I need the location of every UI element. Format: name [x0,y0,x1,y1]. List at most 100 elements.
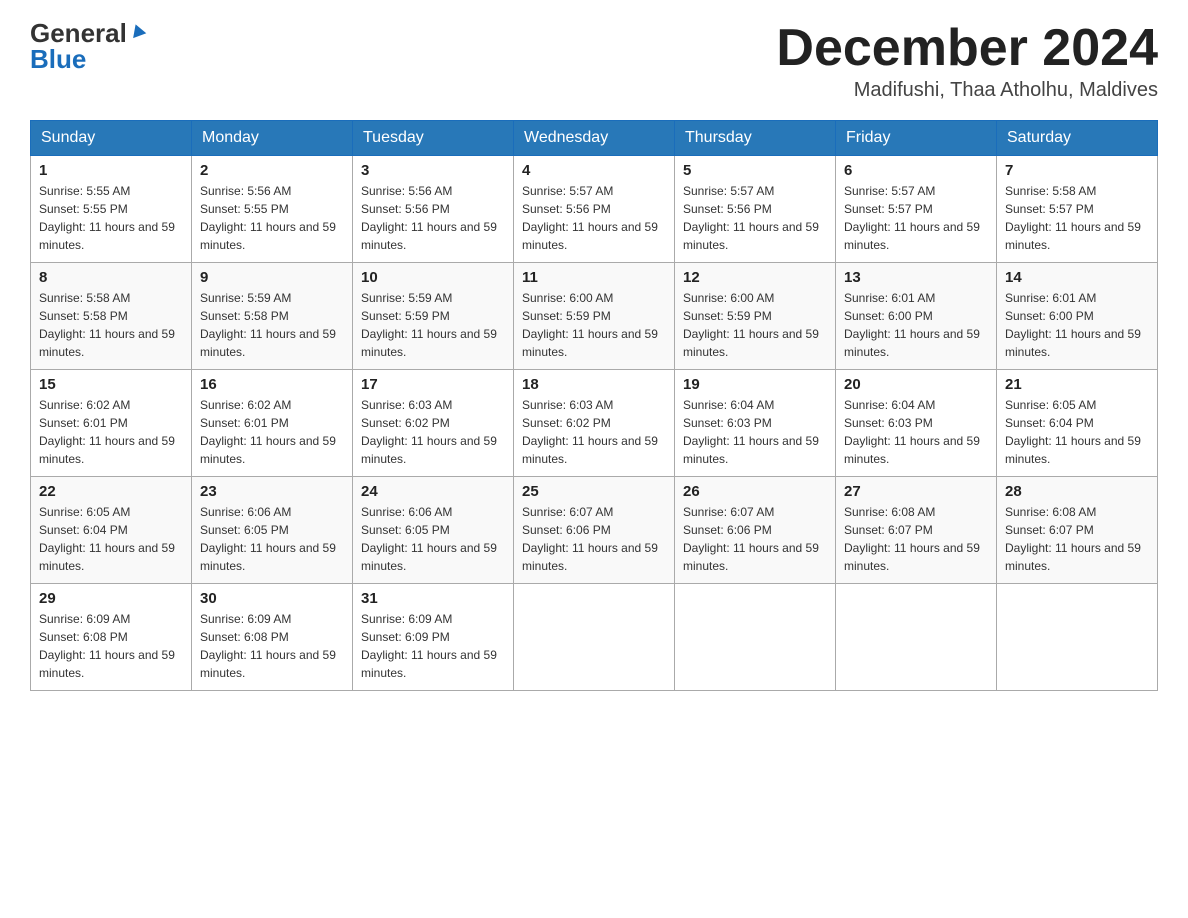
day-info: Sunrise: 6:07 AMSunset: 6:06 PMDaylight:… [683,505,819,573]
day-number: 20 [844,376,988,393]
day-info: Sunrise: 5:57 AMSunset: 5:56 PMDaylight:… [522,184,658,252]
day-info: Sunrise: 5:56 AMSunset: 5:56 PMDaylight:… [361,184,497,252]
calendar-cell: 5Sunrise: 5:57 AMSunset: 5:56 PMDaylight… [675,156,836,263]
calendar-cell: 22 Sunrise: 6:05 AMSunset: 6:04 PMDayligh… [31,477,192,584]
day-info: Sunrise: 6:00 AMSunset: 5:59 PMDaylight:… [522,291,658,359]
day-info: Sunrise: 5:59 AMSunset: 5:58 PMDaylight:… [200,291,336,359]
calendar-cell [997,584,1158,691]
day-number: 22 [39,483,183,500]
day-info: Sunrise: 6:01 AMSunset: 6:00 PMDaylight:… [1005,291,1141,359]
day-info: Sunrise: 6:06 AMSunset: 6:05 PMDaylight:… [361,505,497,573]
day-info: Sunrise: 6:04 AMSunset: 6:03 PMDaylight:… [844,398,980,466]
col-wednesday: Wednesday [514,121,675,156]
day-number: 23 [200,483,344,500]
day-info: Sunrise: 6:02 AMSunset: 6:01 PMDaylight:… [39,398,175,466]
day-info: Sunrise: 6:08 AMSunset: 6:07 PMDaylight:… [844,505,980,573]
calendar-cell: 15 Sunrise: 6:02 AMSunset: 6:01 PMDayligh… [31,370,192,477]
calendar-cell: 25 Sunrise: 6:07 AMSunset: 6:06 PMDayligh… [514,477,675,584]
calendar-cell: 24 Sunrise: 6:06 AMSunset: 6:05 PMDayligh… [353,477,514,584]
calendar-title: December 2024 [776,20,1158,77]
day-number: 6 [844,162,988,179]
calendar-title-block: December 2024 Madifushi, Thaa Atholhu, M… [776,20,1158,102]
calendar-cell: 1Sunrise: 5:55 AMSunset: 5:55 PMDaylight… [31,156,192,263]
calendar-cell [836,584,997,691]
day-number: 27 [844,483,988,500]
col-thursday: Thursday [675,121,836,156]
day-number: 29 [39,590,183,607]
col-saturday: Saturday [997,121,1158,156]
day-number: 15 [39,376,183,393]
day-number: 14 [1005,269,1149,286]
calendar-cell: 3Sunrise: 5:56 AMSunset: 5:56 PMDaylight… [353,156,514,263]
day-number: 11 [522,269,666,286]
day-number: 26 [683,483,827,500]
day-info: Sunrise: 5:58 AMSunset: 5:57 PMDaylight:… [1005,184,1141,252]
day-number: 7 [1005,162,1149,179]
logo-arrow-icon [129,22,147,40]
day-number: 30 [200,590,344,607]
calendar-cell [514,584,675,691]
calendar-cell: 21Sunrise: 6:05 AMSunset: 6:04 PMDayligh… [997,370,1158,477]
calendar-cell: 8 Sunrise: 5:58 AMSunset: 5:58 PMDaylight… [31,263,192,370]
calendar-cell: 29 Sunrise: 6:09 AMSunset: 6:08 PMDayligh… [31,584,192,691]
calendar-table: Sunday Monday Tuesday Wednesday Thursday… [30,120,1158,691]
calendar-cell: 13Sunrise: 6:01 AMSunset: 6:00 PMDayligh… [836,263,997,370]
calendar-cell: 17 Sunrise: 6:03 AMSunset: 6:02 PMDayligh… [353,370,514,477]
day-info: Sunrise: 6:03 AMSunset: 6:02 PMDaylight:… [361,398,497,466]
day-info: Sunrise: 5:58 AMSunset: 5:58 PMDaylight:… [39,291,175,359]
day-info: Sunrise: 6:07 AMSunset: 6:06 PMDaylight:… [522,505,658,573]
calendar-week-row: 22 Sunrise: 6:05 AMSunset: 6:04 PMDayligh… [31,477,1158,584]
calendar-cell: 31 Sunrise: 6:09 AMSunset: 6:09 PMDayligh… [353,584,514,691]
calendar-week-row: 15 Sunrise: 6:02 AMSunset: 6:01 PMDayligh… [31,370,1158,477]
calendar-cell: 9 Sunrise: 5:59 AMSunset: 5:58 PMDaylight… [192,263,353,370]
weekday-header-row: Sunday Monday Tuesday Wednesday Thursday… [31,121,1158,156]
calendar-cell: 28Sunrise: 6:08 AMSunset: 6:07 PMDayligh… [997,477,1158,584]
calendar-cell: 2 Sunrise: 5:56 AMSunset: 5:55 PMDaylight… [192,156,353,263]
logo-general-text: General [30,20,127,46]
day-info: Sunrise: 6:04 AMSunset: 6:03 PMDaylight:… [683,398,819,466]
day-number: 24 [361,483,505,500]
day-info: Sunrise: 6:00 AMSunset: 5:59 PMDaylight:… [683,291,819,359]
page-header: General Blue December 2024 Madifushi, Th… [30,20,1158,102]
day-number: 9 [200,269,344,286]
calendar-cell: 27 Sunrise: 6:08 AMSunset: 6:07 PMDayligh… [836,477,997,584]
day-number: 31 [361,590,505,607]
day-info: Sunrise: 5:59 AMSunset: 5:59 PMDaylight:… [361,291,497,359]
day-info: Sunrise: 6:02 AMSunset: 6:01 PMDaylight:… [200,398,336,466]
day-number: 12 [683,269,827,286]
day-number: 28 [1005,483,1149,500]
calendar-cell: 26 Sunrise: 6:07 AMSunset: 6:06 PMDayligh… [675,477,836,584]
calendar-week-row: 8 Sunrise: 5:58 AMSunset: 5:58 PMDaylight… [31,263,1158,370]
calendar-cell [675,584,836,691]
day-info: Sunrise: 6:09 AMSunset: 6:09 PMDaylight:… [361,612,497,680]
day-number: 1 [39,162,183,179]
calendar-cell: 23 Sunrise: 6:06 AMSunset: 6:05 PMDayligh… [192,477,353,584]
day-number: 25 [522,483,666,500]
day-info: Sunrise: 6:09 AMSunset: 6:08 PMDaylight:… [200,612,336,680]
col-tuesday: Tuesday [353,121,514,156]
calendar-cell: 19 Sunrise: 6:04 AMSunset: 6:03 PMDayligh… [675,370,836,477]
day-info: Sunrise: 6:05 AMSunset: 6:04 PMDaylight:… [1005,398,1141,466]
day-info: Sunrise: 6:09 AMSunset: 6:08 PMDaylight:… [39,612,175,680]
day-number: 17 [361,376,505,393]
day-number: 8 [39,269,183,286]
day-info: Sunrise: 5:57 AMSunset: 5:57 PMDaylight:… [844,184,980,252]
col-friday: Friday [836,121,997,156]
calendar-cell: 20 Sunrise: 6:04 AMSunset: 6:03 PMDayligh… [836,370,997,477]
calendar-cell: 4Sunrise: 5:57 AMSunset: 5:56 PMDaylight… [514,156,675,263]
col-monday: Monday [192,121,353,156]
calendar-cell: 12 Sunrise: 6:00 AMSunset: 5:59 PMDayligh… [675,263,836,370]
day-info: Sunrise: 5:56 AMSunset: 5:55 PMDaylight:… [200,184,336,252]
day-info: Sunrise: 6:05 AMSunset: 6:04 PMDaylight:… [39,505,175,573]
day-number: 10 [361,269,505,286]
calendar-cell: 14 Sunrise: 6:01 AMSunset: 6:00 PMDayligh… [997,263,1158,370]
calendar-cell: 11 Sunrise: 6:00 AMSunset: 5:59 PMDayligh… [514,263,675,370]
day-info: Sunrise: 5:57 AMSunset: 5:56 PMDaylight:… [683,184,819,252]
day-number: 19 [683,376,827,393]
day-info: Sunrise: 6:06 AMSunset: 6:05 PMDaylight:… [200,505,336,573]
calendar-week-row: 1Sunrise: 5:55 AMSunset: 5:55 PMDaylight… [31,156,1158,263]
calendar-cell: 6 Sunrise: 5:57 AMSunset: 5:57 PMDaylight… [836,156,997,263]
day-number: 2 [200,162,344,179]
day-number: 16 [200,376,344,393]
day-info: Sunrise: 6:03 AMSunset: 6:02 PMDaylight:… [522,398,658,466]
